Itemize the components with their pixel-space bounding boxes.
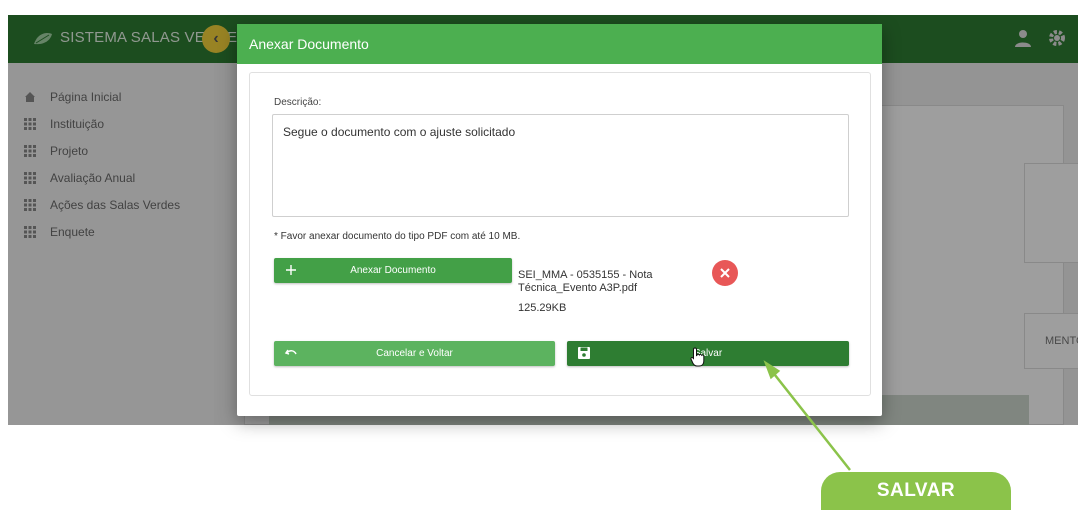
close-icon <box>720 268 730 278</box>
save-button[interactable]: Salvar <box>567 341 849 366</box>
attach-document-button[interactable]: Anexar Documento <box>274 258 512 283</box>
attach-document-label: Anexar Documento <box>350 265 436 276</box>
hand-pointer-cursor-icon <box>690 347 705 367</box>
dialog-header: Anexar Documento <box>237 24 882 64</box>
cancel-and-back-label: Cancelar e Voltar <box>376 348 453 359</box>
remove-file-button[interactable] <box>712 260 738 286</box>
cancel-and-back-button[interactable]: Cancelar e Voltar <box>274 341 555 366</box>
plus-icon <box>286 265 296 275</box>
description-label: Descrição: <box>274 97 322 108</box>
floppy-disk-icon <box>578 347 590 359</box>
attached-file-name: SEI_MMA - 0535155 - Nota Técnica_Evento … <box>518 269 653 294</box>
attach-document-dialog: Anexar Documento Descrição: Segue o docu… <box>237 24 882 416</box>
description-textarea[interactable]: Segue o documento com o ajuste solicitad… <box>272 114 849 217</box>
save-label: Salvar <box>693 348 723 359</box>
callout-badge: SALVAR <box>821 472 1011 510</box>
dialog-title: Anexar Documento <box>249 36 369 52</box>
dialog-body: Descrição: Segue o documento com o ajust… <box>249 72 871 396</box>
attached-file-size: 125.29KB <box>518 302 567 314</box>
file-type-hint: * Favor anexar documento do tipo PDF com… <box>274 231 521 242</box>
callout-label: SALVAR <box>876 480 956 501</box>
undo-icon <box>284 349 297 355</box>
